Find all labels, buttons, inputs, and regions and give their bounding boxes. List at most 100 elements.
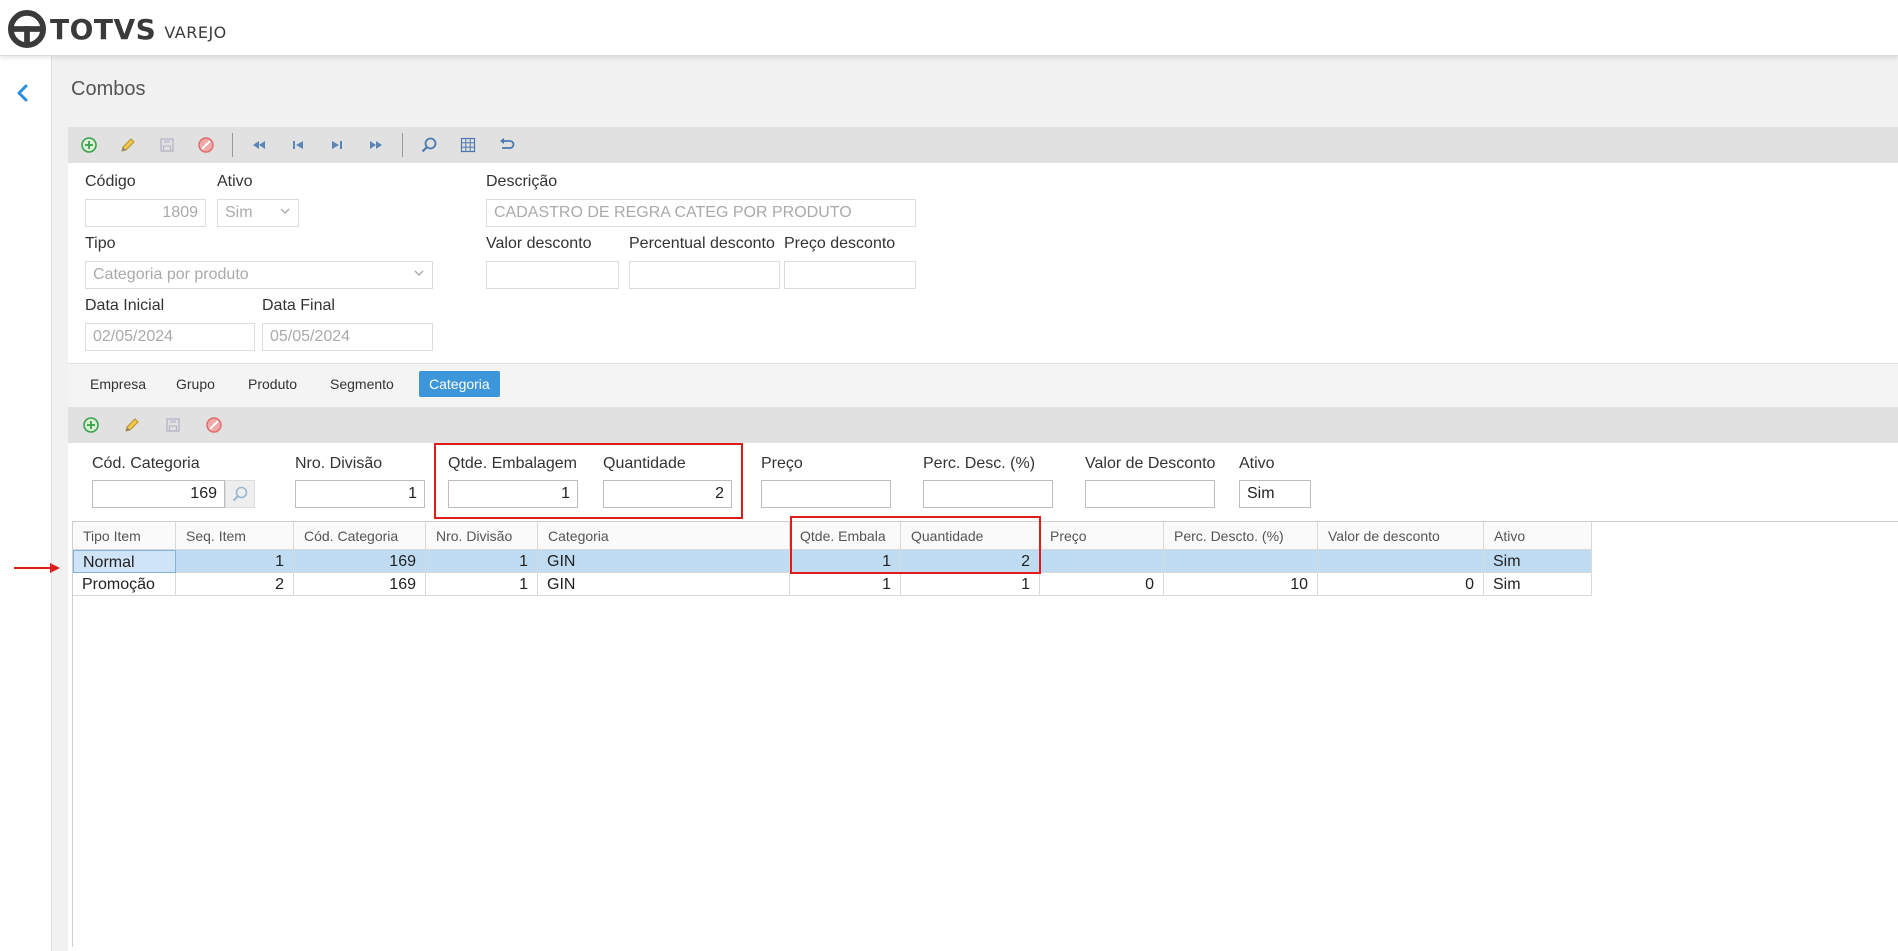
save-icon (166, 418, 180, 432)
next-record-button[interactable] (324, 132, 350, 158)
grid-header-perc-descto[interactable]: Perc. Descto. (%) (1164, 522, 1318, 550)
page-title: Combos (71, 78, 146, 100)
add-button[interactable] (76, 132, 102, 158)
grid-cell-perc-descto[interactable]: 10 (1164, 573, 1318, 596)
grid-cell-nro-divisao[interactable]: 1 (426, 573, 538, 596)
grid-cell-categoria[interactable]: GIN (538, 573, 790, 596)
grid-header-tipo-item[interactable]: Tipo Item (73, 522, 176, 550)
grid-cell-seq-item[interactable]: 2 (176, 573, 294, 596)
grid-cell-seq-item[interactable]: 1 (176, 550, 294, 573)
grid-cell-valor-de-desconto[interactable] (1318, 550, 1484, 573)
add-icon (83, 417, 99, 433)
grid-header-preco[interactable]: Preço (1040, 522, 1164, 550)
grid-cell-preco[interactable] (1040, 550, 1164, 573)
detail-toolbar (68, 407, 1898, 443)
grid-cell-categoria[interactable]: GIN (538, 550, 790, 573)
chevron-down-icon (280, 208, 290, 214)
codigo-label: Código (85, 173, 136, 190)
table-row[interactable]: Normal 1 169 1 GIN 1 2 Sim (73, 550, 1592, 573)
grid-header-qtde-embala[interactable]: Qtde. Embala (790, 522, 901, 550)
ativo-detail-field[interactable] (1239, 480, 1311, 508)
tab-segmento[interactable]: Segmento (320, 371, 404, 397)
preco-desconto-field[interactable] (784, 261, 916, 289)
percentual-desconto-label: Percentual desconto (629, 235, 775, 252)
back-chevron-icon[interactable] (12, 82, 34, 104)
tab-empresa[interactable]: Empresa (80, 371, 156, 397)
perc-desc-label: Perc. Desc. (%) (923, 455, 1036, 472)
perc-desc-field[interactable] (923, 480, 1053, 508)
valor-de-desconto-field[interactable] (1085, 480, 1215, 508)
last-icon (370, 141, 382, 149)
left-rail (0, 56, 52, 951)
cancel-icon (206, 417, 222, 433)
search-button[interactable] (416, 132, 442, 158)
descricao-field[interactable] (486, 199, 916, 227)
grid-cell-ativo[interactable]: Sim (1484, 573, 1592, 596)
tab-produto[interactable]: Produto (238, 371, 307, 397)
grid-header-ativo[interactable]: Ativo (1484, 522, 1592, 550)
totvs-logo: TOTVS VAREJO (8, 10, 227, 48)
qtde-embalagem-field[interactable] (448, 480, 578, 508)
data-inicial-label: Data Inicial (85, 297, 165, 314)
grid-header-quantidade[interactable]: Quantidade (901, 522, 1040, 550)
data-final-field[interactable] (262, 323, 433, 351)
last-record-button[interactable] (363, 132, 389, 158)
undo-button[interactable] (494, 132, 520, 158)
red-arrow-icon (14, 563, 60, 573)
grid-header-seq-item[interactable]: Seq. Item (176, 522, 294, 550)
tipo-label: Tipo (85, 235, 116, 252)
grid-header-cod-categoria[interactable]: Cód. Categoria (294, 522, 426, 550)
cancel-button[interactable] (193, 132, 219, 158)
grid-cell-qtde-embala[interactable]: 1 (790, 550, 901, 573)
grid-header-nro-divisao[interactable]: Nro. Divisão (426, 522, 538, 550)
detail-edit-button[interactable] (119, 412, 145, 438)
table-row[interactable]: Promoção 2 169 1 GIN 1 1 0 10 0 Sim (73, 573, 1592, 596)
grid-cell-tipo-item[interactable]: Promoção (73, 573, 176, 596)
grid-cell-tipo-item[interactable]: Normal (73, 550, 176, 573)
detail-save-button[interactable] (160, 412, 186, 438)
data-final-label: Data Final (262, 297, 335, 314)
cod-categoria-label: Cód. Categoria (92, 455, 200, 472)
tipo-select[interactable]: Categoria por produto (85, 261, 433, 289)
grid-view-button[interactable] (455, 132, 481, 158)
grid-cell-qtde-embala[interactable]: 1 (790, 573, 901, 596)
edit-button[interactable] (115, 132, 141, 158)
data-inicial-field[interactable] (85, 323, 255, 351)
grid-header-categoria[interactable]: Categoria (538, 522, 790, 550)
cod-categoria-field[interactable] (92, 480, 225, 508)
detail-cancel-button[interactable] (201, 412, 227, 438)
codigo-field[interactable] (85, 199, 206, 227)
grid-cell-quantidade[interactable]: 1 (901, 573, 1040, 596)
preco-desconto-label: Preço desconto (784, 235, 896, 252)
undo-icon (500, 138, 515, 149)
grid-cell-cod-categoria[interactable]: 169 (294, 550, 426, 573)
percentual-desconto-field[interactable] (629, 261, 780, 289)
first-icon (253, 141, 265, 149)
main-toolbar (68, 127, 1898, 163)
detail-add-button[interactable] (78, 412, 104, 438)
grid-cell-valor-de-desconto[interactable]: 0 (1318, 573, 1484, 596)
save-button[interactable] (154, 132, 180, 158)
quantidade-field[interactable] (603, 480, 732, 508)
tab-categoria[interactable]: Categoria (419, 371, 500, 397)
grid-cell-cod-categoria[interactable]: 169 (294, 573, 426, 596)
grid-cell-ativo[interactable]: Sim (1484, 550, 1592, 573)
grid-cell-perc-descto[interactable] (1164, 550, 1318, 573)
grid-cell-quantidade[interactable]: 2 (901, 550, 1040, 573)
grid-cell-preco[interactable]: 0 (1040, 573, 1164, 596)
brand-name: TOTVS (50, 12, 157, 46)
nro-divisao-field[interactable] (295, 480, 425, 508)
prev-record-button[interactable] (285, 132, 311, 158)
valor-desconto-field[interactable] (486, 261, 619, 289)
first-record-button[interactable] (246, 132, 272, 158)
preco-field[interactable] (761, 480, 891, 508)
ativo-detail-label: Ativo (1239, 455, 1275, 472)
cod-categoria-lookup-button[interactable] (225, 480, 255, 508)
ativo-select[interactable]: Sim (217, 199, 299, 227)
product-name: VAREJO (164, 22, 227, 42)
edit-icon (125, 418, 139, 432)
grid-header-valor-de-desconto[interactable]: Valor de desconto (1318, 522, 1484, 550)
grid-cell-nro-divisao[interactable]: 1 (426, 550, 538, 573)
nro-divisao-label: Nro. Divisão (295, 455, 383, 472)
tab-grupo[interactable]: Grupo (166, 371, 225, 397)
